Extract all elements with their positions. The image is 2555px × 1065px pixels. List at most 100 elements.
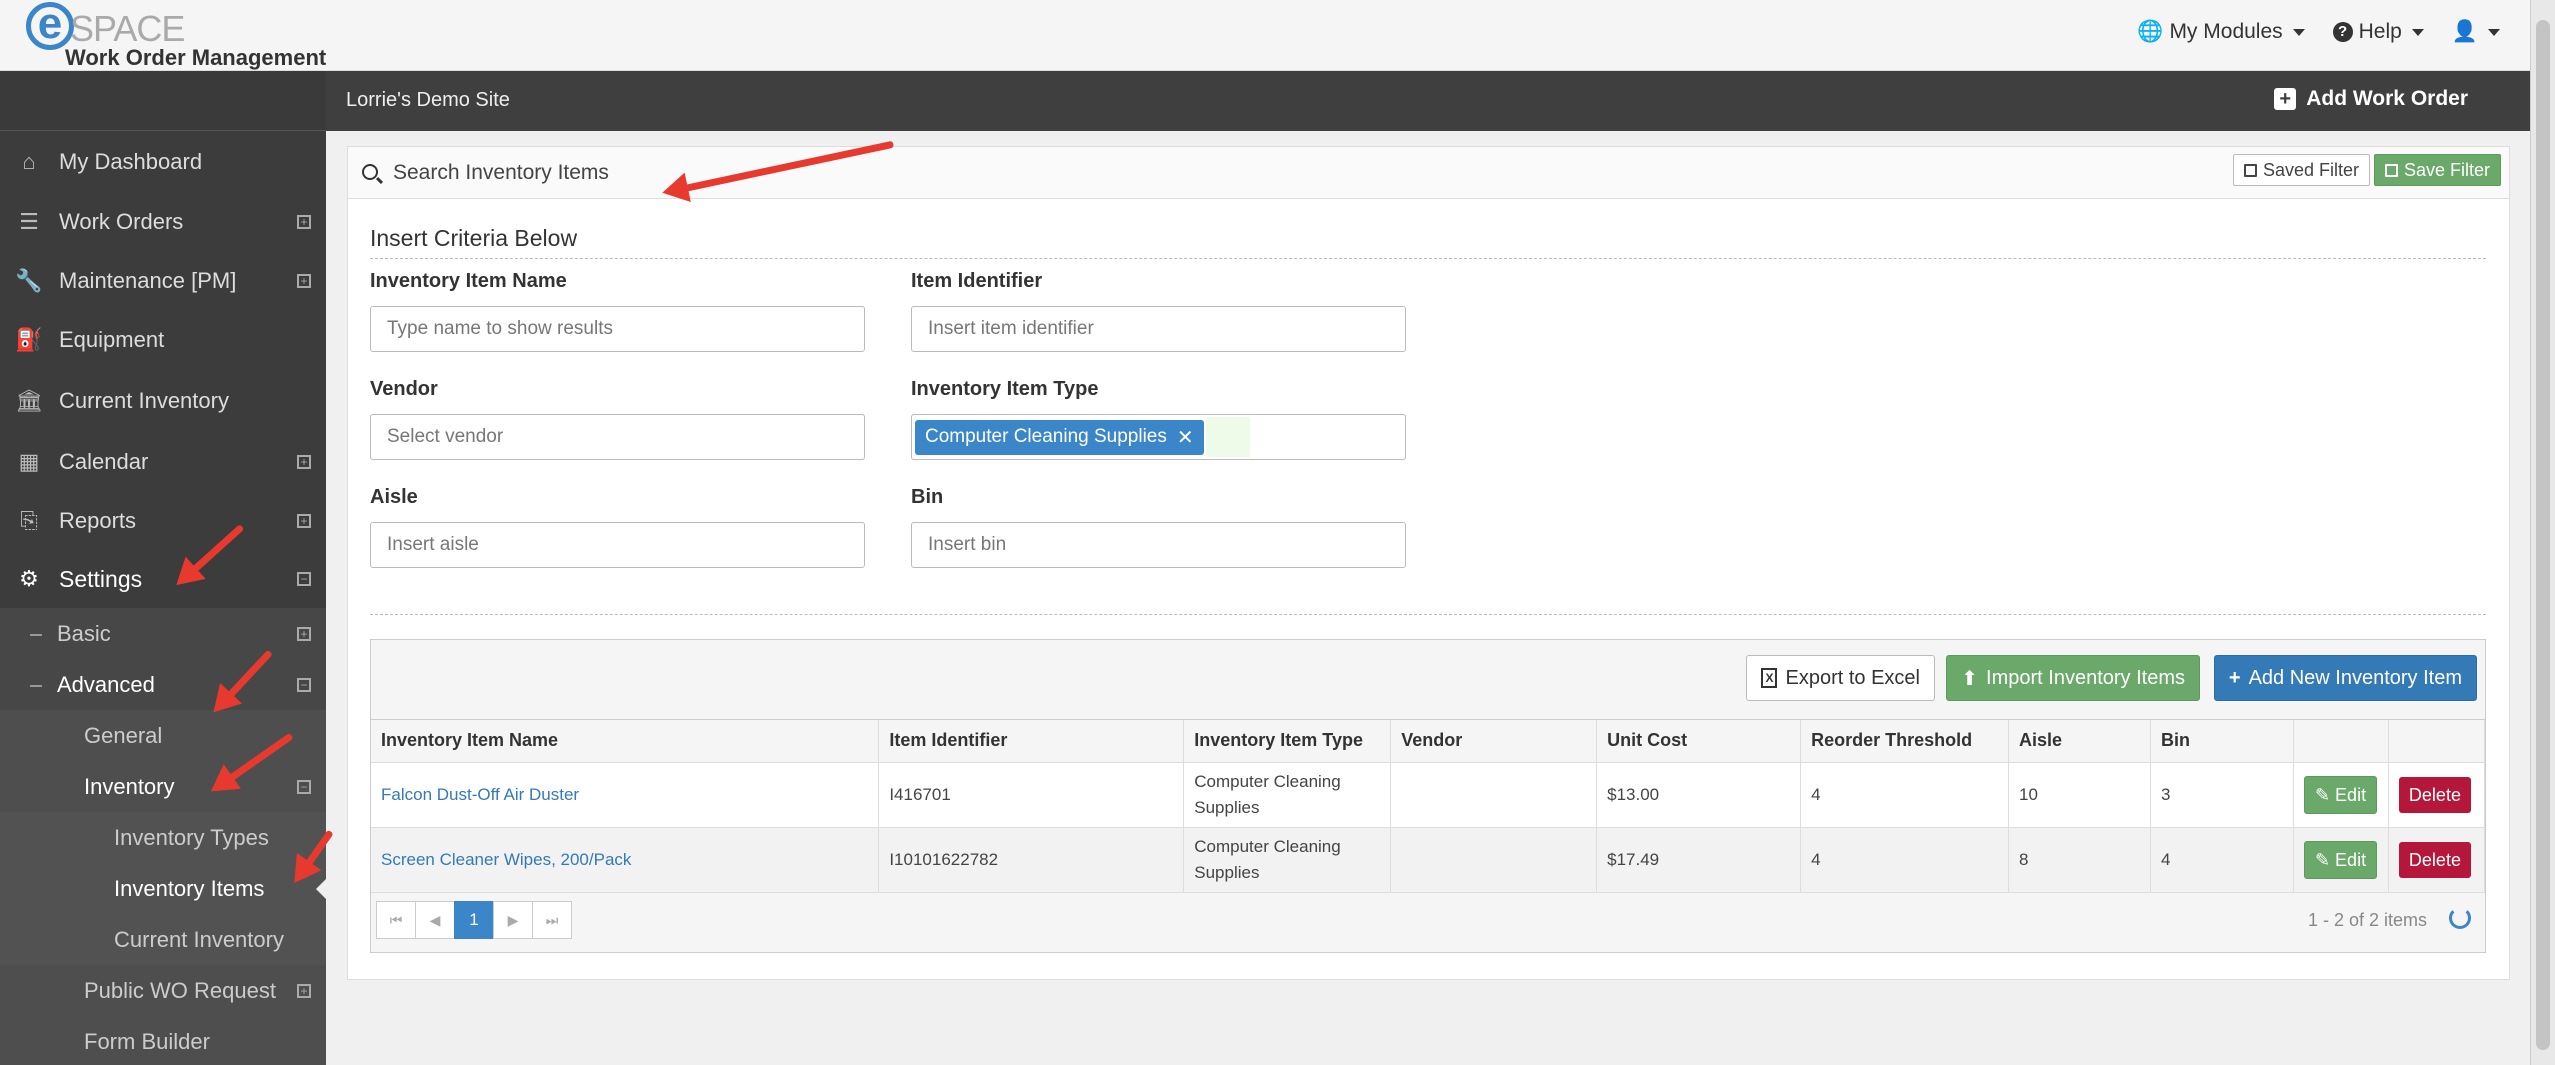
add-new-label: Add New Inventory Item [2248,666,2462,689]
column-header[interactable]: Inventory Item Name [371,720,880,763]
column-header[interactable]: Bin [2150,720,2294,763]
add-work-order-label: Add Work Order [2306,87,2468,110]
sidebar-item-dashboard[interactable]: ⌂ My Dashboard [0,131,326,192]
column-header[interactable]: Reorder Threshold [1800,720,2010,763]
identifier-input[interactable]: Insert item identifier [911,306,1406,352]
collapse-icon[interactable]: − [297,572,311,586]
collapse-icon[interactable]: − [297,779,311,794]
sidebar-sub-current-inventory[interactable]: Current Inventory [0,914,326,965]
espace-logo[interactable]: e SPACE Work Order Management [22,2,326,70]
edit-button[interactable]: ✎ Edit [2303,840,2378,879]
sidebar-item-maintenance[interactable]: 🔧 Maintenance [PM] + [0,251,326,310]
inventory-table: Inventory Item Name Item Identifier Inve… [371,720,2486,893]
sidebar-sub-inventory-types[interactable]: Inventory Types [0,812,326,863]
add-new-item-button[interactable]: + Add New Inventory Item [2213,655,2477,701]
saved-filter-button[interactable]: Saved Filter [2232,154,2370,186]
export-excel-button[interactable]: X Export to Excel [1746,655,1935,701]
sidebar-sub-inventory-items[interactable]: Inventory Items [0,863,326,914]
sidebar-item-label: Basic [57,620,111,646]
column-header[interactable]: Unit Cost [1596,720,1802,763]
bank-icon: 🏛 [15,387,43,413]
delete-button[interactable]: Delete [2398,776,2471,813]
sidebar-item-label: Inventory Items [114,875,265,901]
vendor-cell [1390,762,1598,828]
last-page-button[interactable]: ⏭ [532,900,572,939]
sidebar: ⌂ My Dashboard ☰ Work Orders + 🔧 Mainten… [0,71,326,1065]
edit-icon: ✎ [2314,784,2331,805]
sidebar-sub-advanced[interactable]: Advanced − [0,659,326,710]
sidebar-item-calendar[interactable]: ▦ Calendar + [0,432,326,491]
help-menu[interactable]: ? Help [2332,20,2424,44]
next-page-button[interactable]: ▶ [493,900,533,939]
reorder-cell: 4 [1800,762,2010,828]
column-header[interactable]: Inventory Item Type [1183,720,1392,763]
expand-icon[interactable]: + [297,513,311,528]
delete-button[interactable]: Delete [2398,841,2471,878]
sidebar-item-label: Current Inventory [114,926,284,952]
sidebar-item-current-inventory[interactable]: 🏛 Current Inventory [0,369,326,432]
expand-icon[interactable]: + [297,983,311,998]
my-modules-menu[interactable]: 🌐 My Modules [2137,20,2305,44]
sidebar-item-settings[interactable]: ⚙ Settings − [0,550,326,608]
top-bar: e SPACE Work Order Management 🌐 My Modul… [0,0,2530,71]
edit-label: Edit [2335,784,2367,805]
wrench-icon: 🔧 [15,267,43,293]
edit-button[interactable]: ✎ Edit [2303,775,2378,814]
item-name-input[interactable]: Type name to show results [370,306,865,352]
refresh-icon[interactable] [2449,906,2471,929]
chevron-down-icon [2292,28,2305,36]
column-header[interactable]: Vendor [1390,720,1598,763]
page-number-button[interactable]: 1 [454,900,494,939]
sidebar-sub-public-wo-request[interactable]: Public WO Request + [0,965,326,1016]
item-name-link[interactable]: Screen Cleaner Wipes, 200/Pack [381,850,631,869]
sidebar-item-label: Inventory [84,773,175,799]
expand-icon[interactable]: + [297,454,311,469]
sidebar-item-reports[interactable]: ⎘ Reports + [0,491,326,550]
multiselect-input-area[interactable] [1205,417,1250,457]
export-label: Export to Excel [1785,666,1920,689]
prev-page-button[interactable]: ◀ [415,900,455,939]
plus-icon: + [2228,666,2241,689]
user-menu[interactable]: 👤 [2452,20,2500,44]
sidebar-sub-general[interactable]: General [0,710,326,761]
site-name: Lorrie's Demo Site [346,89,510,111]
sidebar-sub-form-builder[interactable]: Form Builder [0,1016,326,1065]
import-items-button[interactable]: ⬆ Import Inventory Items [1946,655,2200,701]
collapse-icon[interactable]: − [297,677,311,692]
home-icon: ⌂ [22,148,36,174]
vendor-select[interactable]: Select vendor [370,414,865,460]
item-name-link[interactable]: Falcon Dust-Off Air Duster [381,785,579,804]
save-filter-label: Save Filter [2403,159,2490,180]
bin-input[interactable]: Insert bin [911,522,1406,568]
page-scrollbar[interactable] [2530,0,2555,1065]
selected-type-label: Computer Cleaning Supplies [925,426,1167,447]
sidebar-item-equipment[interactable]: ⛽ Equipment [0,310,326,369]
first-page-button[interactable]: ⏮ [376,900,416,939]
reorder-cell: 4 [1800,827,2010,893]
remove-tag-icon[interactable]: ✕ [1177,425,1194,450]
inventory-grid: X Export to Excel ⬆ Import Inventory Ite… [370,639,2486,953]
expand-icon[interactable]: + [297,214,311,229]
scroll-thumb[interactable] [2536,20,2550,1050]
sidebar-item-work-orders[interactable]: ☰ Work Orders + [0,192,326,251]
add-work-order-button[interactable]: + Add Work Order [2274,87,2468,111]
column-header[interactable]: Aisle [2008,720,2151,763]
page-info: 1 - 2 of 2 items [2307,909,2427,930]
save-filter-button[interactable]: Save Filter [2373,154,2501,186]
question-icon: ? [2332,22,2353,42]
identifier-cell: I416701 [878,762,1185,828]
expand-icon[interactable]: + [297,273,311,288]
top-menu: 🌐 My Modules ? Help 👤 [2137,20,2500,44]
excel-icon: X [1761,668,1778,688]
gear-icon: ⚙ [19,566,39,591]
aisle-input[interactable]: Insert aisle [370,522,865,568]
item-name-cell: Falcon Dust-Off Air Duster [371,762,880,828]
floppy-icon [2384,163,2398,177]
expand-icon[interactable]: + [297,626,311,641]
vendor-label: Vendor [370,378,438,400]
item-type-multiselect[interactable]: Computer Cleaning Supplies ✕ [911,414,1406,460]
column-header[interactable]: Item Identifier [878,720,1185,763]
column-header-actions [2388,720,2486,763]
sidebar-sub-inventory[interactable]: Inventory − [0,761,326,812]
sidebar-sub-basic[interactable]: Basic + [0,608,326,659]
